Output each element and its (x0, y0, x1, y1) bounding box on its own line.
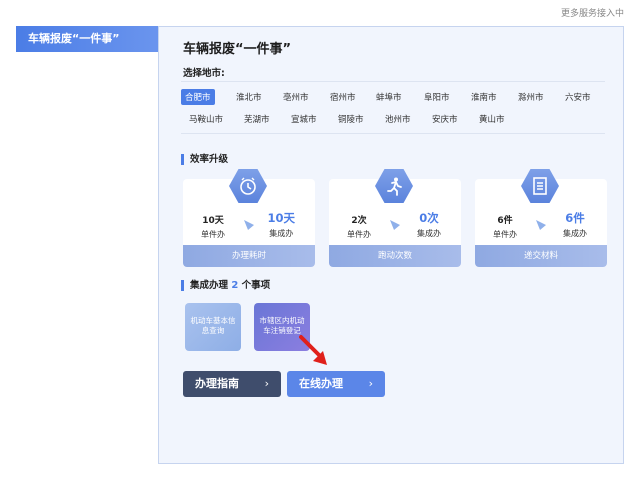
single-value: 10天 (202, 216, 224, 226)
single-value: 2次 (351, 216, 367, 226)
integrated-value: 6件 (565, 211, 585, 225)
arrow-icon (390, 220, 400, 230)
city-option[interactable]: 宣城市 (287, 111, 321, 127)
efficiency-heading: 效率升级 (181, 154, 228, 165)
city-option[interactable]: 池州市 (381, 111, 415, 127)
efficiency-card-materials: 6件 单件办 6件 集成办 递交材料 (475, 169, 607, 267)
city-select-label: 选择地市: (183, 68, 225, 79)
single-handling: 2次 单件办 (347, 213, 371, 240)
city-option[interactable]: 合肥市 (181, 89, 215, 105)
efficiency-card-trips: 2次 单件办 0次 集成办 跑动次数 (329, 169, 461, 267)
more-services-note: 更多服务接入中 (560, 9, 624, 19)
service-item-vehicle-info-query[interactable]: 机动车基本信息查询 (185, 303, 241, 351)
integrated-label: 集成办 (417, 229, 441, 238)
guide-button[interactable]: 办理指南 › (183, 371, 281, 397)
city-option[interactable]: 铜陵市 (334, 111, 368, 127)
integrated-label: 集成办 (563, 229, 587, 238)
chevron-right-icon: › (368, 377, 373, 390)
city-option[interactable]: 蚌埠市 (372, 89, 406, 105)
integrated-heading: 集成办理 2 个事项 (181, 280, 270, 291)
integrated-count: 2 (231, 280, 239, 291)
city-option[interactable]: 淮南市 (467, 89, 501, 105)
divider (181, 81, 605, 82)
integrated-heading-prefix: 集成办理 (190, 280, 229, 291)
single-label: 单件办 (201, 230, 225, 239)
single-label: 单件办 (347, 230, 371, 239)
running-person-icon (375, 169, 413, 203)
integrated-handling: 10天 集成办 (267, 210, 295, 239)
city-option[interactable]: 滁州市 (514, 89, 548, 105)
integrated-value: 10天 (267, 211, 295, 225)
integrated-label: 集成办 (269, 229, 294, 238)
city-option[interactable]: 马鞍山市 (185, 111, 227, 127)
single-handling: 10天 单件办 (201, 213, 225, 240)
city-option[interactable]: 安庆市 (428, 111, 462, 127)
city-option[interactable]: 六安市 (561, 89, 595, 105)
divider (181, 133, 605, 134)
city-option[interactable]: 阜阳市 (420, 89, 454, 105)
arrow-icon (244, 220, 254, 230)
guide-button-label: 办理指南 (195, 377, 239, 390)
single-handling: 6件 单件办 (493, 213, 517, 240)
page-title: 车辆报废“一件事” (183, 42, 292, 57)
service-panel: 车辆报废“一件事” 选择地市: 合肥市 淮北市 亳州市 宿州市 蚌埠市 阜阳市 … (158, 26, 624, 464)
city-option[interactable]: 芜湖市 (240, 111, 274, 127)
city-option[interactable]: 亳州市 (279, 89, 313, 105)
card-footer: 递交材料 (475, 245, 607, 267)
integrated-heading-suffix: 个事项 (241, 280, 271, 291)
clock-icon (229, 169, 267, 203)
integrated-handling: 6件 集成办 (563, 210, 587, 239)
arrow-icon (536, 220, 546, 230)
city-option[interactable]: 黄山市 (475, 111, 509, 127)
integrated-handling: 0次 集成办 (417, 210, 441, 239)
pointer-arrow-icon (299, 335, 327, 365)
single-value: 6件 (497, 216, 513, 226)
city-option[interactable]: 宿州市 (326, 89, 360, 105)
sidebar-item-vehicle-scrap[interactable]: 车辆报废“一件事” (16, 26, 160, 52)
document-icon (521, 169, 559, 203)
card-footer: 办理耗时 (183, 245, 315, 267)
card-footer: 跑动次数 (329, 245, 461, 267)
integrated-value: 0次 (419, 211, 439, 225)
city-option[interactable]: 淮北市 (232, 89, 266, 105)
efficiency-card-time: 10天 单件办 10天 集成办 办理耗时 (183, 169, 315, 267)
single-label: 单件办 (493, 230, 517, 239)
chevron-right-icon: › (264, 377, 269, 390)
online-apply-button[interactable]: 在线办理 › (287, 371, 385, 397)
online-button-label: 在线办理 (299, 377, 343, 390)
